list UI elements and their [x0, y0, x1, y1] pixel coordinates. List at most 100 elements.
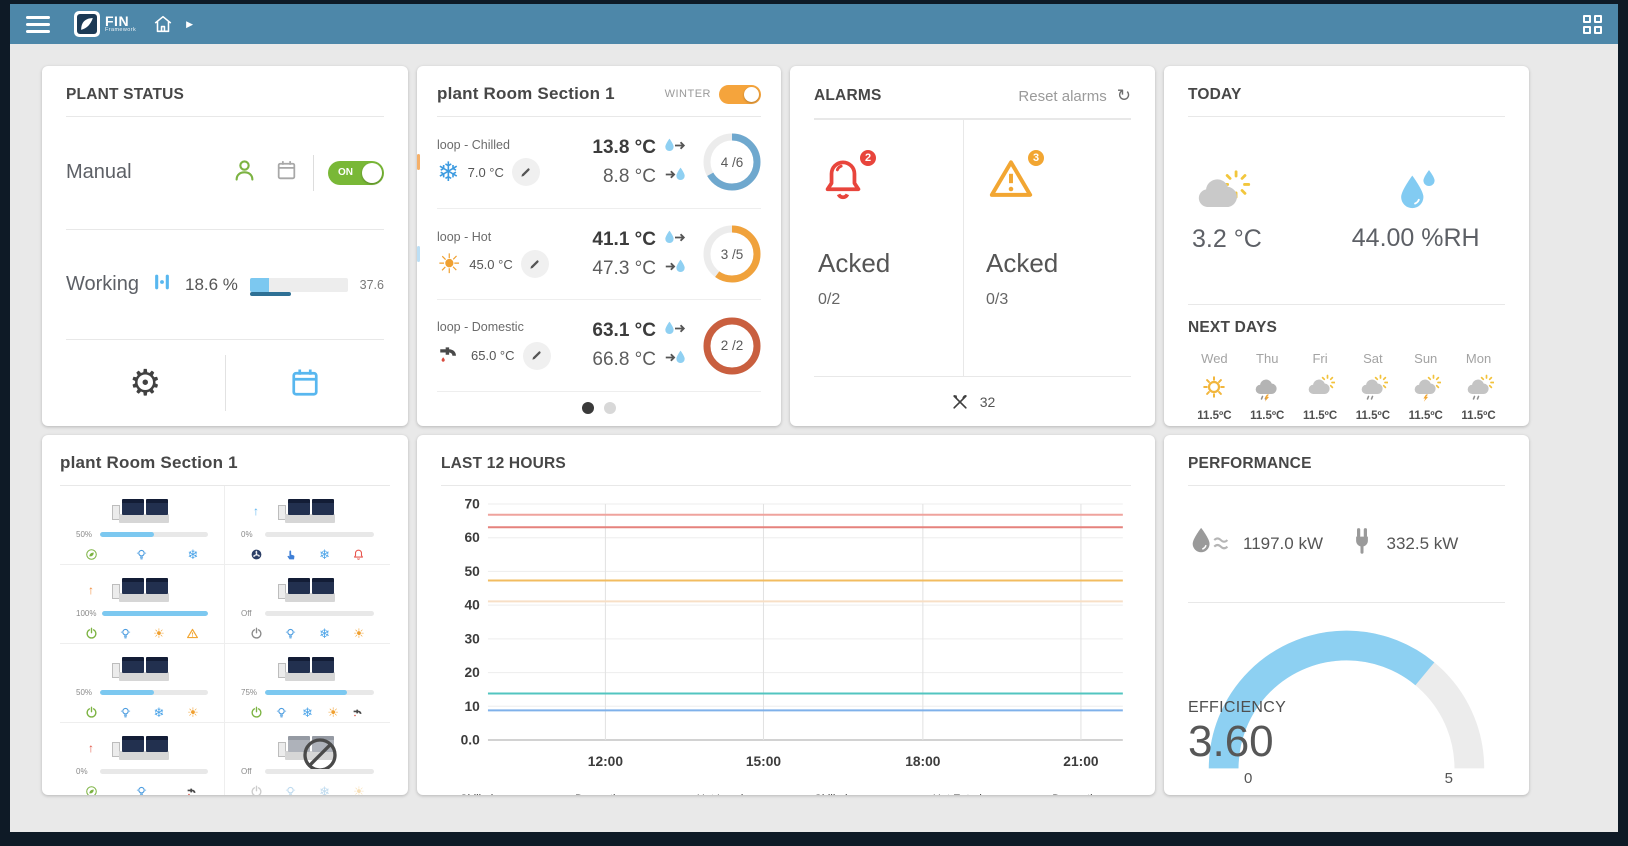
- line-chart[interactable]: 70 60 50 40 30 20 10 0.0 12:00 15:00 18:00 21:00: [441, 486, 1131, 789]
- schedule-calendar-icon[interactable]: [274, 158, 299, 188]
- equipment-count: 4 /6: [720, 154, 744, 170]
- plant-room-title: plant Room Section 1: [437, 84, 615, 103]
- legend-label: Chilled Leavin...: [814, 793, 890, 795]
- efficiency-gauge: EFFICIENCY 3.60 0 5: [1188, 603, 1505, 795]
- leaf-icon: [84, 547, 99, 562]
- working-bar-fill: [249, 277, 270, 292]
- equipment-unit[interactable]: ↑ 0% ❄: [225, 486, 390, 565]
- electric-power: 332.5 kW: [1347, 526, 1506, 561]
- edit-setpoint-button[interactable]: [511, 158, 540, 187]
- carousel-dot[interactable]: [604, 402, 616, 415]
- svg-text:21:00: 21:00: [1063, 754, 1099, 769]
- water-leaving-icon: [663, 320, 687, 342]
- alarm-count-badge: 2: [858, 148, 878, 168]
- legend-item[interactable]: Hot Leaving T...: [678, 793, 771, 795]
- snowflake-icon: ❄: [187, 547, 199, 562]
- plant-on-toggle[interactable]: ON: [328, 160, 384, 185]
- legend-item[interactable]: Hot Entering T...: [914, 793, 1009, 795]
- equipment-unit[interactable]: ↑ 100% ☀: [60, 565, 225, 644]
- plant-room-equipment-card: plant Room Section 1 50% ❄ ↑ 0% ❄ ↑ 100%…: [42, 435, 408, 795]
- legend-item[interactable]: Chilled Leavin...: [795, 793, 890, 795]
- legend-item[interactable]: Chilled Enteri...: [441, 793, 532, 795]
- alarm-group-warning[interactable]: 3 Acked 0/3: [963, 120, 1131, 376]
- carousel-dot-active[interactable]: [582, 402, 594, 415]
- load-bar: Off: [241, 609, 374, 618]
- thermal-power-value: 1197.0 kW: [1243, 533, 1324, 553]
- bulb-icon: [283, 784, 298, 795]
- equipment-unit[interactable]: 75% ❄ ☀: [225, 644, 390, 723]
- sun-icon: ☀: [153, 626, 165, 641]
- weather-sunny-icon: [1188, 372, 1241, 404]
- chiller-unit-graphic: [277, 654, 338, 681]
- maintenance-summary[interactable]: 32: [814, 376, 1131, 426]
- refresh-icon[interactable]: ↻: [1117, 86, 1131, 106]
- svg-text:0.0: 0.0: [461, 733, 481, 748]
- apps-grid-button[interactable]: [1583, 14, 1602, 34]
- settings-button[interactable]: ⚙: [66, 365, 225, 401]
- day-temperature: 11.5ºC: [1408, 410, 1443, 422]
- edit-setpoint-button[interactable]: [522, 341, 551, 370]
- return-temp: 8.8 °C: [602, 165, 656, 187]
- snowflake-icon: ❄: [319, 547, 331, 562]
- legend-label: Domestic Ente...: [1052, 793, 1131, 795]
- chiller-unit-graphic: [112, 654, 172, 681]
- working-value: 37.6: [359, 277, 384, 292]
- electric-power-value: 332.5 kW: [1386, 533, 1459, 553]
- home-button[interactable]: [152, 13, 174, 35]
- forecast-day-fri: Fri 11.5ºC: [1294, 351, 1347, 422]
- user-icon: [231, 157, 258, 189]
- loop-equipment-ring[interactable]: 2 /2: [703, 317, 761, 375]
- loop-equipment-ring[interactable]: 4 /6: [703, 133, 761, 191]
- load-bar: 100%: [76, 609, 208, 618]
- legend-item[interactable]: Domestic Leav...: [556, 793, 654, 795]
- gauge-label: EFFICIENCY: [1188, 698, 1287, 716]
- setpoint-value: 65.0 °C: [471, 348, 515, 364]
- loop-row-hot[interactable]: loop - Hot ☀ 45.0 °C 41.1 °C 47.3 °C 3 /…: [417, 209, 761, 301]
- supply-temp: 41.1 °C: [592, 228, 656, 250]
- svg-text:15:00: 15:00: [746, 754, 782, 769]
- load-bar: 0%: [241, 530, 374, 539]
- reset-alarms-button[interactable]: Reset alarms: [1018, 88, 1106, 105]
- schedule-button[interactable]: [226, 365, 385, 401]
- weather-cloud-sun-icon: [1294, 372, 1347, 404]
- screen: FIN Framework ▶ PLANT STATUS Manual ON W…: [10, 4, 1618, 832]
- equipment-unit[interactable]: 50% ❄ ☀: [60, 644, 225, 723]
- svg-text:50: 50: [464, 564, 480, 579]
- equipment-unit[interactable]: 50% ❄: [60, 486, 225, 565]
- day-name: Wed: [1201, 351, 1228, 366]
- equipment-unit[interactable]: Off ❄ ☀: [225, 723, 390, 795]
- loop-equipment-ring[interactable]: 3 /5: [703, 225, 761, 283]
- alarm-status: Acked: [818, 248, 891, 278]
- dashboard: PLANT STATUS Manual ON Working 18.6 % 37…: [10, 44, 1618, 832]
- gauge-min: 0: [1244, 770, 1253, 787]
- warning-icon: [185, 626, 200, 641]
- day-name: Sat: [1363, 351, 1383, 366]
- power-icon: [84, 626, 99, 641]
- day-temperature: 11.5ºC: [1250, 410, 1285, 422]
- edit-setpoint-button[interactable]: [520, 250, 549, 278]
- hamburger-menu-button[interactable]: [26, 15, 50, 33]
- logo-subtext: Framework: [105, 27, 137, 34]
- legend-item[interactable]: Domestic Ente...: [1034, 793, 1131, 795]
- equipment-unit[interactable]: ↑ 0%: [60, 723, 225, 795]
- sun-icon: ☀: [353, 784, 365, 795]
- equipment-unit[interactable]: Off ❄ ☀: [225, 565, 390, 644]
- svg-text:12:00: 12:00: [588, 754, 624, 769]
- equipment-grid: 50% ❄ ↑ 0% ❄ ↑ 100% ☀ Off ❄ ☀ 50% ❄ ☀ 75…: [60, 485, 390, 795]
- outdoor-humidity: 44.00 %RH: [1351, 224, 1480, 252]
- alarm-group-critical[interactable]: 2 Acked 0/2: [814, 120, 963, 376]
- hand-icon: [283, 547, 298, 562]
- loop-name: loop - Chilled: [437, 138, 510, 153]
- fin-framework-logo[interactable]: FIN Framework: [74, 11, 136, 37]
- svg-text:70: 70: [464, 497, 480, 512]
- bell-icon: [351, 547, 366, 562]
- season-toggle[interactable]: [719, 84, 761, 104]
- alarm-status: Acked: [986, 248, 1059, 278]
- chiller-unit-graphic: [112, 733, 172, 760]
- plug-icon: [1347, 526, 1377, 561]
- loop-row-domestic[interactable]: loop - Domestic 65.0 °C 63.1 °C 66.8 °C …: [437, 300, 761, 393]
- loop-row-chilled[interactable]: loop - Chilled ❄ 7.0 °C 13.8 °C 8.8 °C 4…: [417, 117, 761, 209]
- logo-text: FIN: [105, 13, 130, 30]
- chiller-unit-graphic: [112, 496, 172, 523]
- water-leaving-icon: [663, 137, 687, 159]
